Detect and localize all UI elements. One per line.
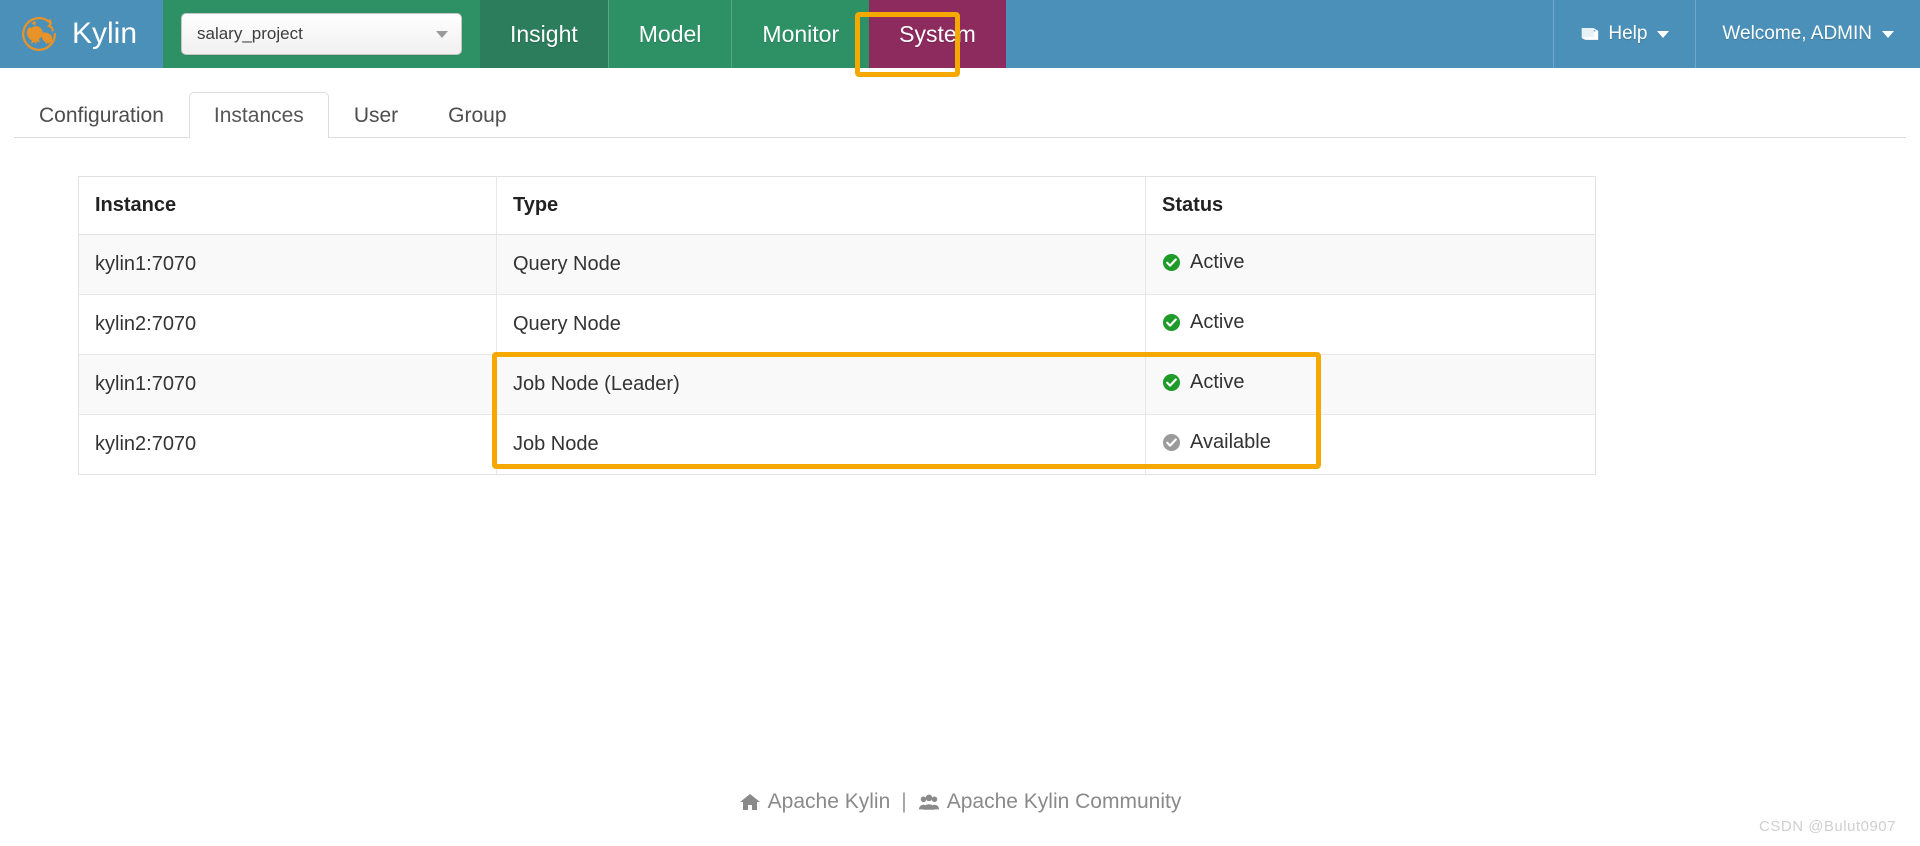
main-nav-tabs: Insight Model Monitor System [480,0,1006,68]
help-menu-label: Help [1608,23,1648,44]
tab-configuration[interactable]: Configuration [14,92,189,138]
status-badge: Active [1162,311,1245,334]
cell-status: Active [1145,234,1595,295]
watermark: CSDN @Bulut0907 [1759,818,1896,835]
table-row[interactable]: kylin2:7070 Job Node Available [79,414,1595,474]
cell-type: Query Node [496,234,1147,295]
section-tabs: Configuration Instances User Group [14,90,1906,138]
tab-instances[interactable]: Instances [188,92,329,138]
project-select[interactable]: salary_project [181,13,462,55]
nav-item-insight[interactable]: Insight [480,0,608,68]
check-circle-gray-icon [1162,433,1181,452]
tab-configuration-label: Configuration [39,104,164,127]
status-badge: Active [1162,251,1245,274]
tab-user[interactable]: User [329,92,423,138]
column-header-status[interactable]: Status [1145,177,1595,235]
nav-item-insight-label: Insight [510,20,578,47]
tab-group-label: Group [448,104,507,127]
status-label: Active [1190,311,1245,333]
nav-item-system[interactable]: System [869,0,1006,68]
page-footer: Apache Kylin | Apache Kylin Community [0,790,1920,814]
status-label: Active [1190,251,1245,273]
nav-item-system-label: System [899,20,976,47]
kylin-logo-icon [16,11,62,57]
cell-instance: kylin1:7070 [79,234,497,295]
cell-type: Job Node (Leader) [496,354,1147,415]
nav-item-monitor-label: Monitor [762,20,840,47]
user-menu-label: Welcome, ADMIN [1722,23,1872,44]
cell-status: Available [1145,414,1595,474]
table-row[interactable]: kylin1:7070 Query Node Active [79,234,1595,295]
users-icon [918,792,940,812]
table-head: Instance Type Status [79,177,1595,235]
footer-link-1-label: Apache Kylin [767,790,891,813]
check-circle-green-icon [1162,253,1181,272]
tab-group[interactable]: Group [423,92,531,138]
brand-name: Kylin [72,17,138,50]
table-header-row: Instance Type Status [79,177,1595,235]
project-selector-zone: salary_project [163,0,480,68]
navbar-spacer [1005,0,1554,68]
brand-home-link[interactable]: Kylin [0,0,163,68]
tab-instances-label: Instances [213,104,304,127]
status-badge: Available [1162,431,1271,454]
instances-table-container: Instance Type Status kylin1:7070 Query N… [78,176,1596,475]
cell-instance: kylin1:7070 [79,354,497,415]
cell-type: Query Node [496,294,1147,355]
top-navbar: Kylin salary_project Insight Model Monit… [0,0,1920,68]
table-body: kylin1:7070 Query Node Active kylin2:707… [79,234,1595,474]
cell-status: Active [1145,354,1595,415]
cell-instance: kylin2:7070 [79,294,497,355]
column-header-type[interactable]: Type [496,177,1147,235]
status-label: Active [1190,371,1245,393]
cell-status: Active [1145,294,1595,355]
check-circle-green-icon [1162,313,1181,332]
tab-user-label: User [353,104,399,127]
user-menu[interactable]: Welcome, ADMIN [1695,0,1920,68]
status-badge: Active [1162,371,1245,394]
footer-separator: | [901,790,907,813]
book-icon [1580,26,1600,42]
caret-down-icon [436,30,448,38]
navbar-right: Help Welcome, ADMIN [1553,0,1920,68]
table-row[interactable]: kylin1:7070 Job Node (Leader) Active [79,354,1595,415]
nav-item-model-label: Model [638,20,702,47]
cell-type: Job Node [496,414,1147,474]
caret-down-icon [1657,30,1670,38]
footer-apache-kylin-link[interactable]: Apache Kylin [739,790,891,814]
help-menu[interactable]: Help [1553,0,1696,68]
caret-down-icon [1882,30,1894,38]
nav-item-monitor[interactable]: Monitor [731,0,870,68]
status-label: Available [1190,431,1271,453]
project-select-value: salary_project [197,24,303,43]
check-circle-green-icon [1162,373,1181,392]
home-icon [739,792,761,812]
nav-item-model[interactable]: Model [607,0,732,68]
footer-community-link[interactable]: Apache Kylin Community [918,790,1182,814]
cell-instance: kylin2:7070 [79,414,497,474]
table-row[interactable]: kylin2:7070 Query Node Active [79,294,1595,355]
column-header-instance[interactable]: Instance [79,177,497,235]
instances-table: Instance Type Status kylin1:7070 Query N… [79,177,1595,474]
footer-link-2-label: Apache Kylin Community [946,790,1182,813]
